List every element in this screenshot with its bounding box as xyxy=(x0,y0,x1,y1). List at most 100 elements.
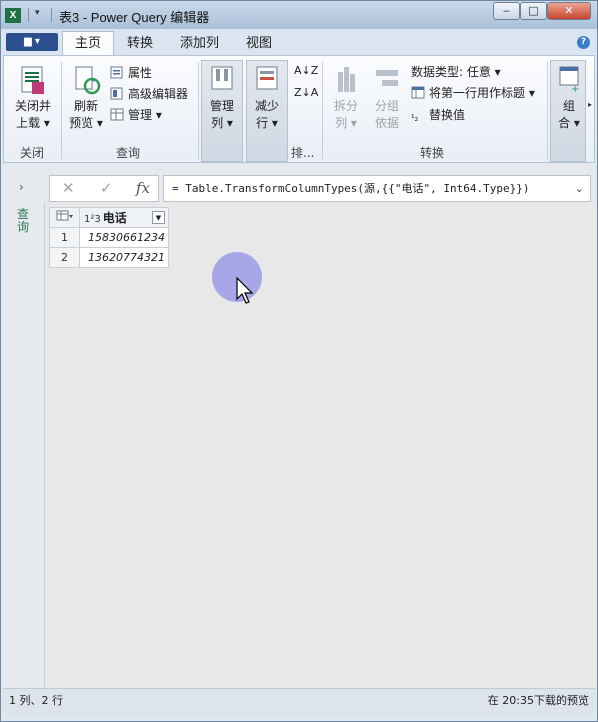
use-first-row-as-headers-button[interactable]: 将第一行用作标题 ▾ xyxy=(411,84,535,102)
cancel-formula-icon[interactable]: ✕ xyxy=(62,179,75,197)
svg-text:+: + xyxy=(571,84,579,95)
group-by-button[interactable]: 分组 依据 xyxy=(368,64,406,132)
header-row: 1²3 电话 ▼ xyxy=(49,207,169,228)
table-row: 1 15830661234 xyxy=(49,227,169,248)
file-menu-button[interactable]: ▆ ▾ xyxy=(6,33,58,51)
toolbar-separator xyxy=(51,8,52,22)
tab-add-column[interactable]: 添加列 xyxy=(168,32,231,55)
excel-icon[interactable]: X xyxy=(5,8,21,23)
refresh-preview-button[interactable]: 刷新 预览 ▾ xyxy=(66,64,106,132)
manage-query-button[interactable]: 管理 ▾ xyxy=(110,106,162,124)
fx-icon[interactable]: fx xyxy=(136,179,150,197)
split-column-button[interactable]: 拆分 列 ▾ xyxy=(328,64,364,132)
sort-ascending-icon[interactable]: A↓Z xyxy=(294,62,318,80)
replace-values-icon: ¹₂ xyxy=(411,114,419,124)
reduce-rows-button[interactable]: 减少 行 ▾ xyxy=(248,64,286,132)
refresh-label-1: 刷新 xyxy=(73,99,98,113)
combine-label-1: 组 xyxy=(562,99,575,113)
close-group-label: 关闭 xyxy=(20,146,45,160)
filter-dropdown-icon[interactable]: ▼ xyxy=(152,211,165,224)
tab-home[interactable]: 主页 xyxy=(62,31,115,55)
manage-columns-label-1: 管理 xyxy=(209,99,234,113)
minimize-button[interactable]: ‒ xyxy=(493,2,520,20)
advanced-editor-icon xyxy=(110,87,124,100)
combine-label-2: 合 ▾ xyxy=(558,116,580,130)
row-column-count: 1 列、2 行 xyxy=(9,694,63,707)
close-button[interactable]: ✕ xyxy=(547,2,591,20)
properties-label: 属性 xyxy=(128,66,153,80)
queries-pane: 查询 xyxy=(3,202,43,688)
tab-view[interactable]: 视图 xyxy=(234,32,284,55)
reduce-rows-icon xyxy=(252,64,282,96)
replace-values-label: 替换值 xyxy=(429,108,466,122)
first-row-header-label: 将第一行用作标题 ▾ xyxy=(429,86,535,100)
table-cell[interactable]: 13620774321 xyxy=(79,247,169,268)
queries-pane-label[interactable]: 查询 xyxy=(17,208,29,234)
group-separator xyxy=(61,62,62,160)
status-bar: 1 列、2 行 在 20:35下载的预览 xyxy=(3,688,595,715)
data-grid: 1²3 电话 ▼ 1 15830661234 2 13620774321 xyxy=(49,207,169,268)
split-column-label-1: 拆分 xyxy=(333,99,358,113)
confirm-formula-icon[interactable]: ✓ xyxy=(100,179,113,197)
maximize-button[interactable]: □ xyxy=(520,2,547,20)
column-name: 电话 xyxy=(102,211,127,225)
advanced-editor-button[interactable]: 高级编辑器 xyxy=(110,85,188,103)
query-group-label: 查询 xyxy=(116,146,141,160)
manage-columns-label-2: 列 ▾ xyxy=(211,116,233,130)
data-type-dropdown[interactable]: 数据类型: 任意 ▾ xyxy=(411,63,501,81)
expand-queries-pane-icon[interactable]: › xyxy=(19,180,24,194)
table-cell[interactable]: 15830661234 xyxy=(79,227,169,248)
row-number: 2 xyxy=(49,247,80,268)
replace-values-button[interactable]: ¹₂ 替换值 xyxy=(411,106,465,124)
refresh-icon xyxy=(71,64,101,96)
split-column-label-2: 列 ▾ xyxy=(335,116,357,130)
close-load-icon xyxy=(18,64,48,96)
group-separator xyxy=(198,62,199,160)
window-title: 表3 - Power Query 编辑器 xyxy=(59,10,210,25)
table-menu-icon[interactable] xyxy=(49,207,80,228)
tab-transform[interactable]: 转换 xyxy=(115,32,165,55)
title-bar: X ▾ 表3 - Power Query 编辑器 ‒ □ ✕ xyxy=(1,1,597,29)
manage-query-label: 管理 ▾ xyxy=(128,108,162,122)
properties-button[interactable]: 属性 xyxy=(110,64,152,82)
combine-button[interactable]: + 组 合 ▾ xyxy=(553,64,585,132)
advanced-editor-label: 高级编辑器 xyxy=(128,87,189,101)
ribbon-scroll-right-icon[interactable]: ▸ xyxy=(588,100,592,109)
properties-icon xyxy=(110,66,124,79)
power-query-editor-window: X ▾ 表3 - Power Query 编辑器 ‒ □ ✕ ▆ ▾ 主页 转换… xyxy=(0,0,598,722)
whole-number-type-icon[interactable]: 1²3 xyxy=(84,214,101,225)
group-by-icon xyxy=(372,64,402,96)
sort-descending-icon[interactable]: Z↓A xyxy=(294,84,318,102)
chevron-down-icon[interactable]: ⌄ xyxy=(575,176,584,201)
help-icon[interactable]: ? xyxy=(577,36,590,49)
ribbon-tab-row: ▆ ▾ 主页 转换 添加列 视图 ? xyxy=(1,29,597,55)
group-separator xyxy=(547,62,548,160)
table-header-icon xyxy=(411,86,425,99)
transform-group-label: 转换 xyxy=(420,146,445,160)
preview-download-time: 在 20:35下载的预览 xyxy=(487,694,589,707)
close-and-load-button[interactable]: 关闭并 上载 ▾ xyxy=(10,64,56,132)
sort-group-label: 排... xyxy=(291,146,315,160)
formula-input[interactable]: = Table.TransformColumnTypes(源,{{"电话", I… xyxy=(163,175,591,202)
row-number: 1 xyxy=(49,227,80,248)
data-preview-area: 1²3 电话 ▼ 1 15830661234 2 13620774321 xyxy=(44,202,596,688)
manage-query-icon xyxy=(110,108,124,121)
ribbon: 关闭并 上载 ▾ 关闭 刷新 预览 ▾ 属性 高级编辑器 管理 ▾ 查询 管理 … xyxy=(3,55,595,163)
table-row: 2 13620774321 xyxy=(49,247,169,268)
close-load-label-1: 关闭并 xyxy=(14,99,51,113)
group-by-label-2: 依据 xyxy=(374,116,399,130)
group-by-label-1: 分组 xyxy=(374,99,399,113)
toolbar-separator xyxy=(28,8,29,22)
customize-toolbar-dropdown[interactable]: ▾ xyxy=(35,8,40,18)
mouse-cursor-icon xyxy=(236,276,254,308)
close-load-label-2: 上载 ▾ xyxy=(16,116,50,130)
formula-tools: ✕ ✓ fx xyxy=(49,175,159,202)
combine-icon: + xyxy=(557,64,581,96)
column-header-phone[interactable]: 1²3 电话 ▼ xyxy=(79,207,169,228)
refresh-label-2: 预览 ▾ xyxy=(69,116,103,130)
manage-columns-button[interactable]: 管理 列 ▾ xyxy=(203,64,241,132)
manage-columns-icon xyxy=(207,64,237,96)
reduce-rows-label-2: 行 ▾ xyxy=(256,116,278,130)
formula-bar-area: › ✕ ✓ fx = Table.TransformColumnTypes(源,… xyxy=(3,164,595,202)
group-separator xyxy=(322,62,323,160)
